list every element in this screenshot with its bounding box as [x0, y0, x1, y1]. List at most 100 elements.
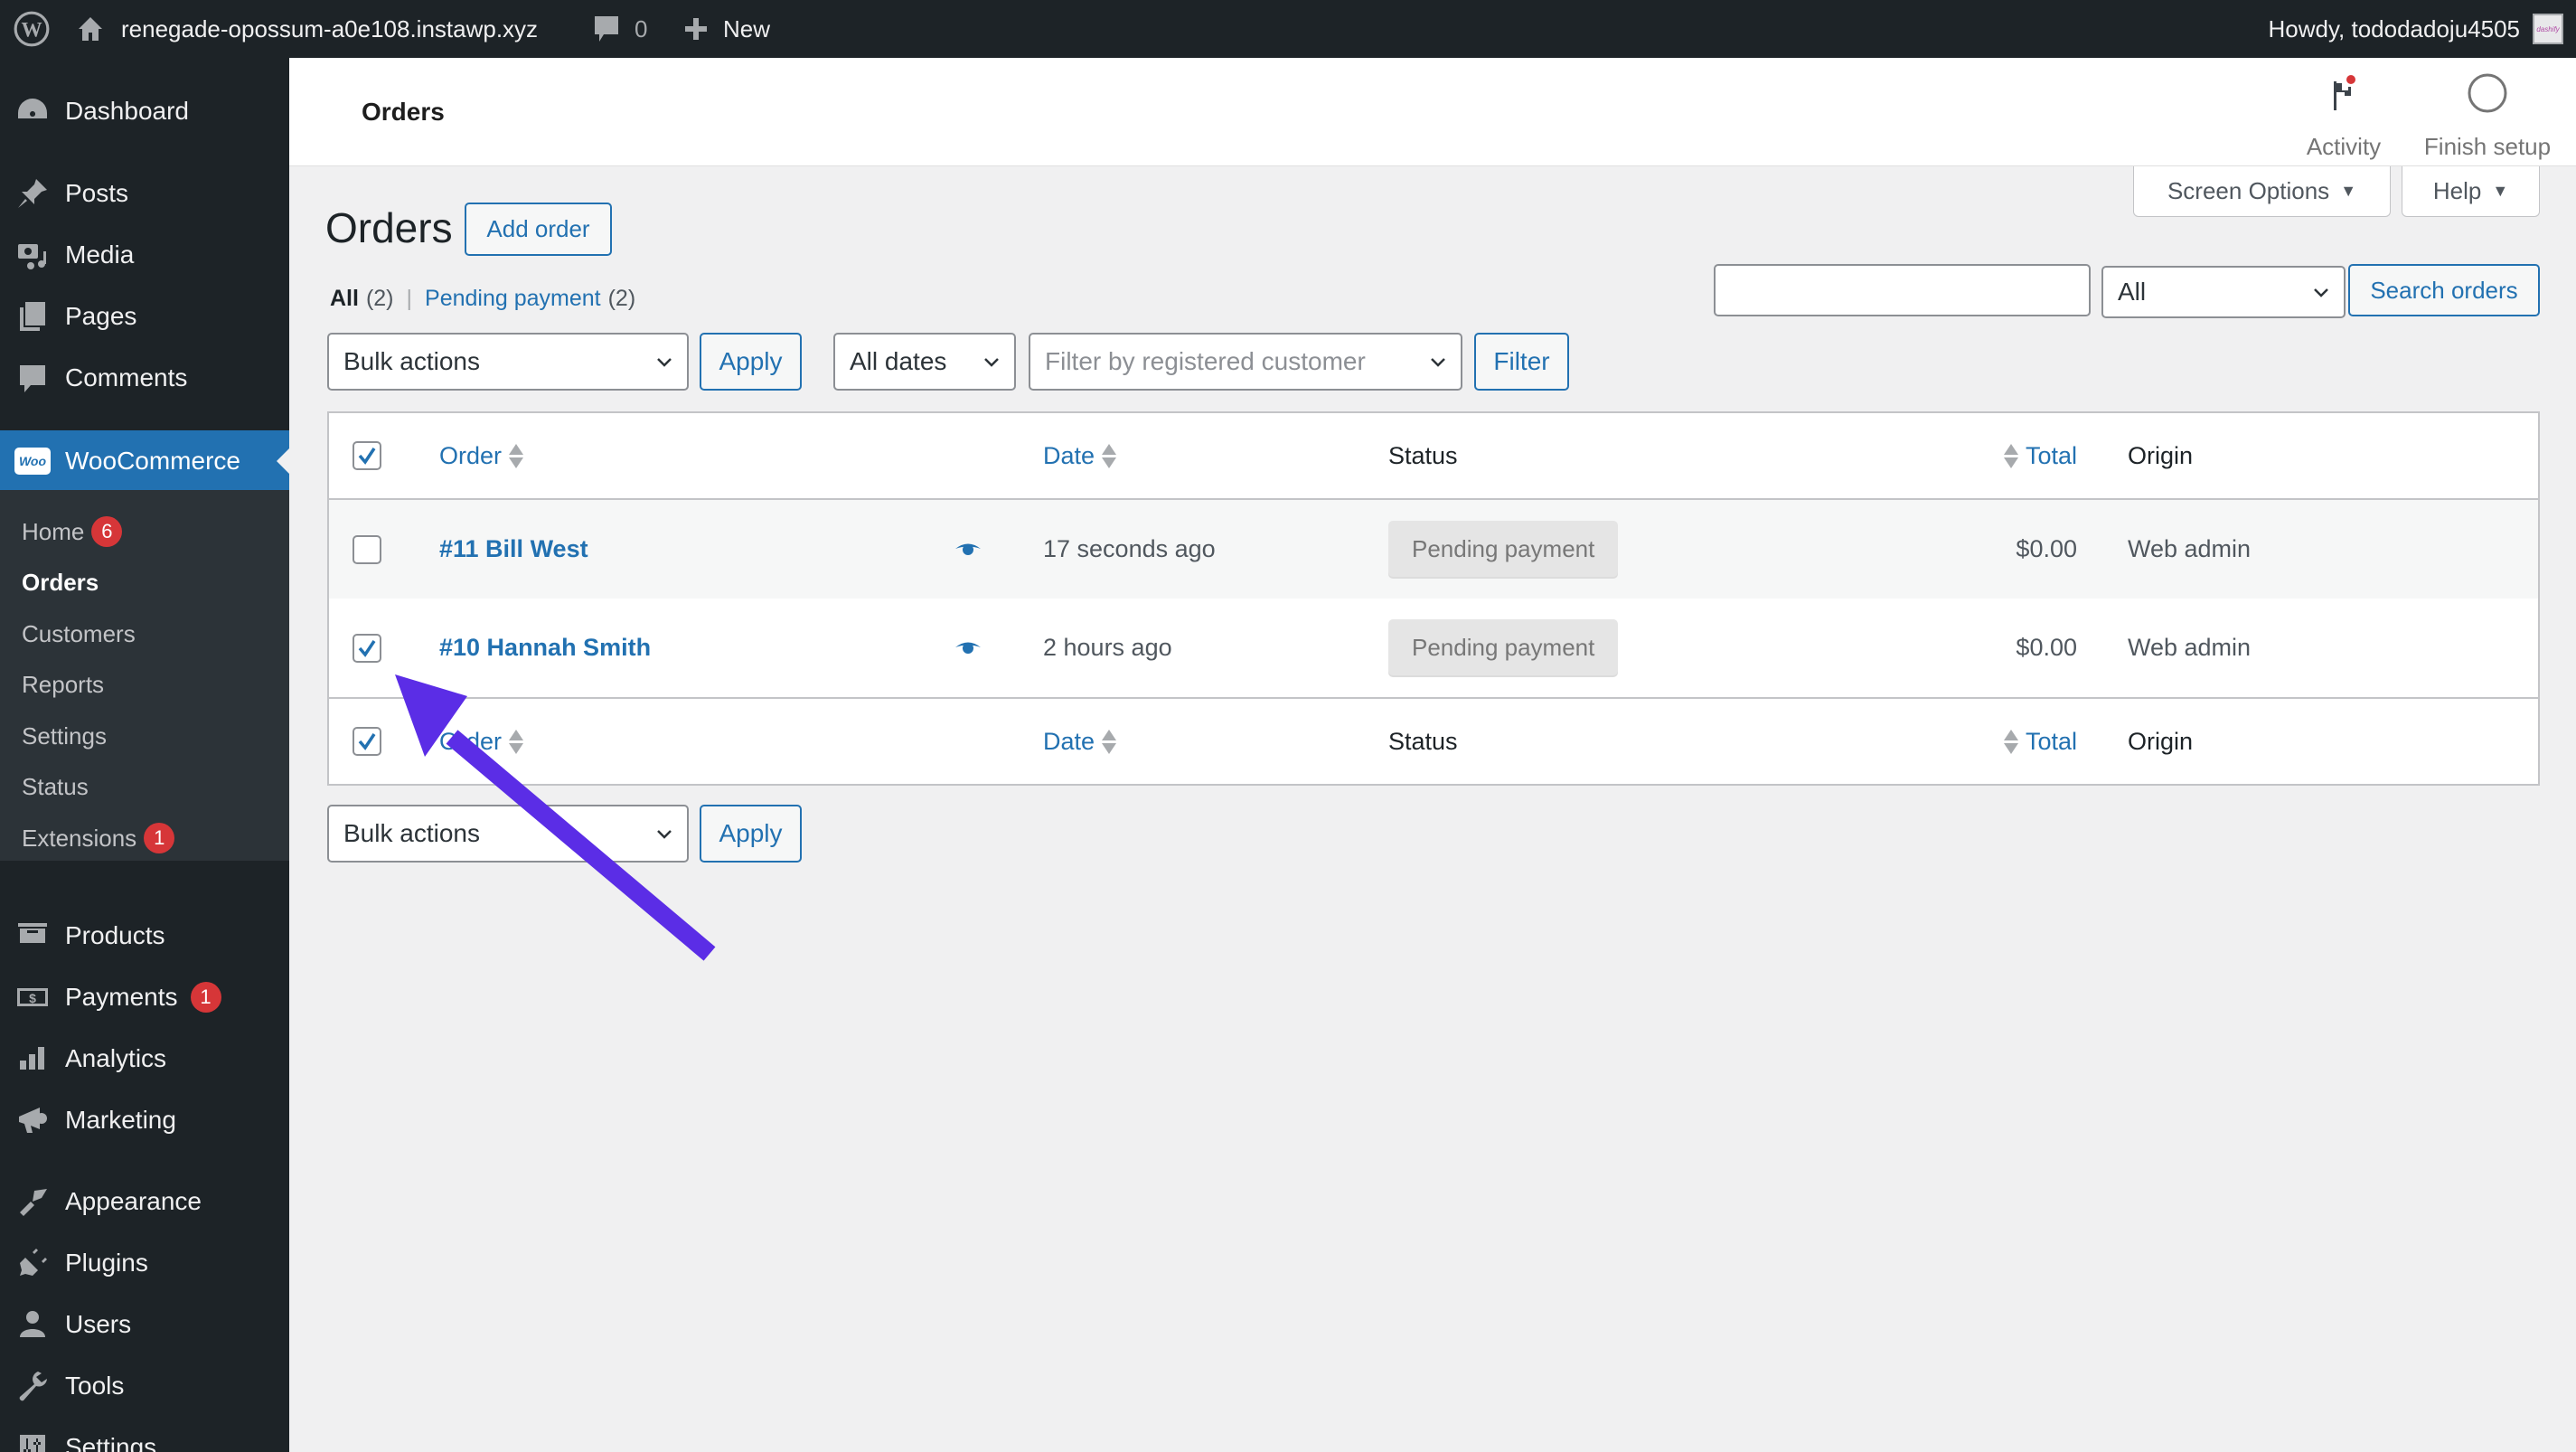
submenu-item-reports[interactable]: Reports [22, 666, 104, 702]
order-link[interactable]: #11 Bill West [439, 535, 588, 563]
sidebar-item-label: Appearance [65, 1187, 202, 1216]
bulk-actions-select-bottom[interactable]: Bulk actions [327, 805, 689, 863]
view-pending-payment-link[interactable]: Pending payment [425, 286, 601, 312]
search-orders-button[interactable]: Search orders [2348, 264, 2540, 316]
chevron-down-icon [654, 352, 674, 372]
caret-down-icon: ▼ [2340, 182, 2356, 201]
submenu-label: Reports [22, 671, 104, 699]
site-name-link[interactable]: renegade-opossum-a0e108.instawp.xyz [76, 0, 538, 58]
submenu-label: Settings [22, 722, 107, 750]
sidebar-item-marketing[interactable]: Marketing [0, 1089, 289, 1151]
plus-icon [683, 16, 709, 42]
table-row[interactable]: #10 Hannah Smith 2 hours ago Pending pay… [329, 599, 2538, 697]
customer-filter-select[interactable]: Filter by registered customer [1029, 333, 1462, 391]
search-scope-value: All [2118, 278, 2146, 306]
help-button[interactable]: Help ▼ [2402, 166, 2540, 217]
media-icon [0, 239, 65, 271]
sidebar-item-plugins[interactable]: Plugins [0, 1232, 289, 1294]
submenu-item-orders[interactable]: Orders [22, 564, 99, 600]
sidebar-item-pages[interactable]: Pages [0, 286, 289, 347]
row-checkbox[interactable] [353, 634, 381, 663]
sidebar-item-payments[interactable]: $ Payments 1 [0, 966, 289, 1028]
submenu-item-status[interactable]: Status [22, 768, 89, 805]
bulk-actions-select-top[interactable]: Bulk actions [327, 333, 689, 391]
add-order-button[interactable]: Add order [465, 203, 612, 256]
sidebar-item-comments[interactable]: Comments [0, 347, 289, 409]
table-row[interactable]: #11 Bill West 17 seconds ago Pending pay… [329, 500, 2538, 599]
sidebar-item-products[interactable]: Products [0, 905, 289, 966]
search-scope-select[interactable]: All [2101, 266, 2346, 318]
wordpress-logo-button[interactable]: W [13, 0, 52, 58]
filter-button[interactable]: Filter [1474, 333, 1569, 391]
sidebar-item-settings[interactable]: Settings [0, 1417, 289, 1452]
preview-order-button[interactable] [954, 500, 982, 599]
account-menu[interactable]: Howdy, tododadoju4505 dashify [2268, 0, 2563, 58]
order-header-label: Order [439, 442, 502, 470]
woo-icon: Woo [0, 448, 65, 475]
sort-by-date-link[interactable]: Date [1043, 728, 1116, 756]
avatar-text: dashify [2536, 25, 2559, 33]
sidebar-item-label: Settings [65, 1433, 156, 1452]
pages-icon [0, 300, 65, 333]
total-column-header: Total [2004, 413, 2077, 498]
sidebar-item-media[interactable]: Media [0, 224, 289, 286]
archive-icon [0, 919, 65, 952]
total-footer-label: Total [2026, 728, 2077, 756]
sidebar-item-users[interactable]: Users [0, 1294, 289, 1355]
screen-options-button[interactable]: Screen Options ▼ [2133, 166, 2391, 217]
apply-button-bottom[interactable]: Apply [700, 805, 802, 863]
sidebar-item-analytics[interactable]: Analytics [0, 1028, 289, 1089]
woocommerce-submenu: Home 6 Orders Customers Reports Settings… [0, 490, 289, 861]
view-all-count: (2) [366, 286, 394, 312]
sidebar-item-woocommerce[interactable]: Woo WooCommerce [0, 430, 289, 492]
order-column-footer: Order [439, 699, 523, 784]
avatar: dashify [2533, 14, 2563, 44]
sidebar-item-appearance[interactable]: Appearance [0, 1171, 289, 1232]
row-checkbox[interactable] [353, 535, 381, 564]
sort-by-date-link[interactable]: Date [1043, 442, 1116, 470]
howdy-text: Howdy, tododadoju4505 [2268, 15, 2520, 43]
submenu-item-extensions[interactable]: Extensions 1 [22, 820, 174, 856]
svg-text:$: $ [29, 991, 36, 1005]
notification-badge: 6 [91, 516, 122, 547]
order-total: $0.00 [2016, 599, 2077, 697]
sidebar-item-label: Pages [65, 302, 136, 331]
date-header-label: Date [1043, 442, 1095, 470]
apply-button-top[interactable]: Apply [700, 333, 802, 391]
sidebar-item-label: Dashboard [65, 97, 189, 126]
comments-link[interactable]: 0 [593, 0, 647, 58]
order-link[interactable]: #10 Hannah Smith [439, 634, 651, 662]
money-icon: $ [0, 981, 65, 1014]
sidebar-item-posts[interactable]: Posts [0, 163, 289, 224]
sort-by-order-link[interactable]: Order [439, 442, 523, 470]
sidebar-item-label: Tools [65, 1372, 124, 1400]
search-orders-input[interactable] [1714, 264, 2091, 316]
sidebar-item-dashboard[interactable]: Dashboard [0, 80, 289, 142]
sort-by-order-link[interactable]: Order [439, 728, 523, 756]
sort-by-total-link[interactable]: Total [2004, 728, 2077, 756]
eye-icon [954, 541, 982, 559]
select-all-cell [353, 699, 381, 784]
sort-by-total-link[interactable]: Total [2004, 442, 2077, 470]
date-column-header: Date [1043, 413, 1116, 498]
select-all-checkbox-footer[interactable] [353, 727, 381, 756]
new-label: New [723, 15, 770, 43]
notification-badge: 1 [191, 982, 221, 1013]
chevron-down-icon [982, 352, 1001, 372]
activity-button[interactable]: Activity [2294, 71, 2393, 161]
sidebar-item-label: Users [65, 1310, 131, 1339]
submenu-item-settings[interactable]: Settings [22, 718, 107, 754]
sidebar-item-label: Plugins [65, 1249, 148, 1278]
submenu-label: Orders [22, 569, 99, 597]
notification-badge: 1 [144, 823, 174, 853]
dates-filter-select[interactable]: All dates [833, 333, 1016, 391]
preview-order-button[interactable] [954, 599, 982, 697]
view-all-link[interactable]: All [330, 286, 359, 312]
order-origin: Web admin [2128, 599, 2251, 697]
finish-setup-button[interactable]: Finish setup [2415, 71, 2560, 161]
submenu-item-customers[interactable]: Customers [22, 616, 136, 652]
submenu-item-home[interactable]: Home 6 [22, 514, 122, 550]
new-content-link[interactable]: New [683, 0, 770, 58]
sidebar-item-tools[interactable]: Tools [0, 1355, 289, 1417]
select-all-checkbox[interactable] [353, 441, 381, 470]
